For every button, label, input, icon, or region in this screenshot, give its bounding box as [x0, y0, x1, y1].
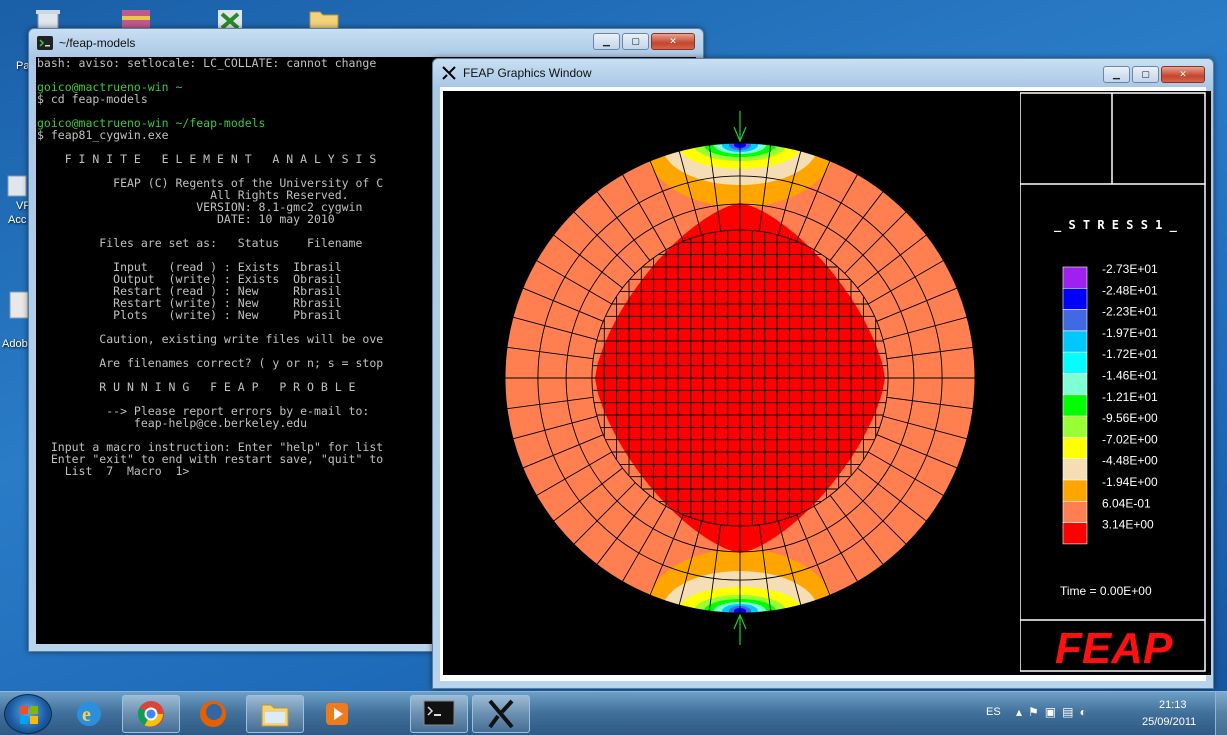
legend-swatch — [1062, 351, 1088, 374]
legend-label: -1.97E+01 — [1102, 326, 1158, 340]
legend-group: -2.73E+01 -2.48E+01 -2.23E+01 -1.97E+01 -1.7… — [1062, 262, 1158, 545]
windows-logo-icon — [20, 706, 38, 724]
legend-label: -7.02E+00 — [1102, 432, 1158, 446]
legend-label: -1.94E+00 — [1102, 475, 1158, 489]
maximize-button[interactable]: ▢ — [622, 33, 649, 50]
taskbar: e ES ▴⚑▣▤◐ 21:13 25/09/2011 — [0, 691, 1227, 735]
terminal-icon — [37, 36, 53, 50]
mesh-lines — [504, 142, 976, 614]
legend-label: -2.48E+01 — [1102, 283, 1158, 297]
legend-swatch — [1062, 415, 1088, 438]
mesh-group — [443, 91, 1020, 675]
explorer-taskbar-icon[interactable] — [246, 695, 304, 733]
maximize-button[interactable]: ▢ — [1132, 66, 1159, 83]
legend-title: _ S T R E S S 1 _ — [1054, 218, 1178, 233]
show-desktop-button[interactable] — [1215, 692, 1227, 735]
window-title: FEAP Graphics Window — [463, 66, 592, 80]
legend-label: -2.73E+01 — [1102, 262, 1158, 276]
legend-label: -1.72E+01 — [1102, 347, 1158, 361]
legend-swatch — [1062, 479, 1088, 502]
ie-taskbar-icon[interactable]: e — [60, 695, 118, 733]
stress-plot[interactable]: -2.73E+01 -2.48E+01 -2.23E+01 -1.97E+01 -1.7… — [443, 91, 1211, 675]
legend-label: -9.56E+00 — [1102, 411, 1158, 425]
legend-swatch — [1062, 458, 1088, 481]
minimize-button[interactable]: ▁ — [593, 33, 620, 50]
legend-label: -1.46E+01 — [1102, 369, 1158, 383]
legend-label: -4.48E+00 — [1102, 454, 1158, 468]
legend-label: -2.23E+01 — [1102, 305, 1158, 319]
media-player-taskbar-icon[interactable] — [308, 695, 366, 733]
feap-logo: FEAP — [1055, 624, 1173, 673]
clock-date[interactable]: 25/09/2011 — [1142, 716, 1196, 728]
desktop-label[interactable]: Acc — [8, 214, 26, 226]
xwindow-taskbar-button[interactable] — [472, 695, 530, 733]
legend-label: 6.04E-01 — [1102, 496, 1151, 510]
close-button[interactable]: ✕ — [1161, 66, 1205, 83]
tray-icons[interactable]: ▴⚑▣▤◐ — [1016, 705, 1093, 719]
legend-swatch — [1062, 288, 1088, 310]
legend-swatch — [1062, 373, 1088, 396]
desktop-label[interactable]: Adob — [2, 338, 28, 350]
legend-swatch — [1062, 522, 1088, 545]
legend-swatch — [1062, 500, 1088, 523]
firefox-taskbar-icon[interactable] — [184, 695, 242, 733]
language-indicator[interactable]: ES — [986, 706, 1001, 718]
terminal-titlebar[interactable]: ~/feap-models — [37, 29, 135, 57]
legend-swatch — [1062, 437, 1088, 459]
legend-swatch — [1062, 309, 1088, 332]
legend-swatch — [1062, 330, 1088, 353]
legend-label: -1.21E+01 — [1102, 390, 1158, 404]
feap-graphics-window[interactable]: FEAP Graphics Window ▁ ▢ ✕ -2.73E+01 -2.4… — [432, 58, 1214, 689]
clock-time[interactable]: 21:13 — [1159, 699, 1187, 711]
start-button[interactable] — [4, 694, 52, 734]
graphics-canvas[interactable]: -2.73E+01 -2.48E+01 -2.23E+01 -1.97E+01 -1.7… — [440, 87, 1211, 681]
graphics-titlebar[interactable]: FEAP Graphics Window — [441, 59, 592, 87]
terminal-taskbar-button[interactable] — [410, 695, 468, 733]
window-title: ~/feap-models — [59, 36, 136, 50]
legend-swatch — [1062, 394, 1088, 417]
minimize-button[interactable]: ▁ — [1103, 66, 1130, 83]
x-logo-icon — [442, 66, 456, 80]
close-button[interactable]: ✕ — [651, 33, 695, 50]
adobe-icon[interactable] — [8, 290, 30, 322]
time-label: Time = 0.00E+00 — [1060, 584, 1152, 598]
legend-swatch — [1062, 266, 1088, 289]
legend-label: 3.14E+00 — [1102, 518, 1154, 532]
chrome-taskbar-icon[interactable] — [122, 695, 180, 733]
svg-text:e: e — [82, 704, 91, 726]
